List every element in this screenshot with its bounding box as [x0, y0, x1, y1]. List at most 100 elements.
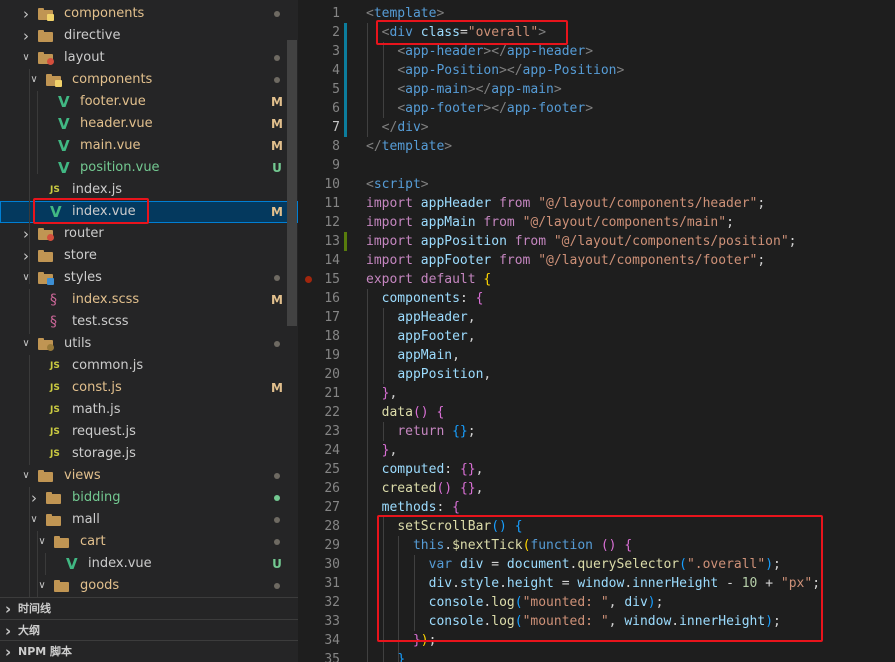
code-text: created() {},: [381, 481, 484, 496]
tree-folder-mall[interactable]: ∨ mall: [0, 509, 298, 531]
tree-folder-goods[interactable]: ∨ goods: [0, 575, 298, 597]
code-line[interactable]: 35 }: [298, 650, 895, 662]
chevron-right-icon[interactable]: ›: [5, 620, 11, 642]
tree-file-math-js[interactable]: JS math.js: [0, 399, 298, 421]
line-number: 11: [324, 196, 340, 211]
git-modified-gutter[interactable]: [344, 42, 347, 61]
tree-file-storage-js[interactable]: JS storage.js: [0, 443, 298, 465]
tree-file-const-js[interactable]: JS const.js M: [0, 377, 298, 399]
section-label: 时间线: [18, 602, 51, 615]
tree-folder-cart[interactable]: ∨ cart: [0, 531, 298, 553]
git-status-badge: M: [271, 205, 283, 219]
chevron-down-icon[interactable]: ∨: [20, 333, 32, 355]
section-label: 大纲: [18, 624, 40, 637]
chevron-right-icon[interactable]: ›: [20, 223, 32, 245]
code-line[interactable]: 14 import appFooter from "@/layout/compon…: [298, 251, 895, 270]
tree-folder-components[interactable]: › components: [0, 3, 298, 25]
explorer-scrollbar[interactable]: [287, 40, 297, 326]
line-number: 10: [324, 177, 340, 192]
chevron-down-icon[interactable]: ∨: [20, 47, 32, 69]
chevron-right-icon[interactable]: ›: [20, 3, 32, 25]
panel-section-npm-scripts[interactable]: › NPM 脚本: [0, 640, 298, 662]
chevron-right-icon[interactable]: ›: [20, 245, 32, 267]
tree-file-request-js[interactable]: JS request.js: [0, 421, 298, 443]
git-modified-gutter[interactable]: [344, 80, 347, 99]
code-line[interactable]: 15 export default {: [298, 270, 895, 289]
git-modified-gutter[interactable]: [344, 61, 347, 80]
tree-item-label: main.vue: [80, 138, 141, 153]
line-number: 6: [332, 101, 340, 116]
breakpoint-icon[interactable]: [305, 276, 312, 283]
code-line[interactable]: 8 </template>: [298, 137, 895, 156]
code-line[interactable]: 4 <app-Position></app-Position>: [298, 61, 895, 80]
code-line[interactable]: 10 <script>: [298, 175, 895, 194]
chevron-right-icon[interactable]: ›: [5, 598, 11, 620]
tree-item-label: directive: [64, 28, 121, 43]
code-line[interactable]: 17 appHeader,: [298, 308, 895, 327]
indent-guide: [45, 553, 46, 575]
sass-file-icon: §: [50, 314, 57, 330]
folder-icon: [46, 492, 61, 504]
code-line[interactable]: 19 appMain,: [298, 346, 895, 365]
tree-folder-layout[interactable]: ∨ layout: [0, 47, 298, 69]
code-line[interactable]: 24 },: [298, 441, 895, 460]
tree-folder-directive[interactable]: › directive: [0, 25, 298, 47]
code-line[interactable]: 20 appPosition,: [298, 365, 895, 384]
code-text: },: [381, 386, 398, 401]
git-status-dot: [274, 55, 280, 61]
highlight-box-set-scroll-bar: [377, 515, 823, 642]
tree-folder-bidding[interactable]: › bidding: [0, 487, 298, 509]
code-line[interactable]: 25 computed: {},: [298, 460, 895, 479]
tree-file-main-vue[interactable]: Vmain.vue M: [0, 135, 298, 157]
tree-item-label: styles: [64, 270, 102, 285]
chevron-right-icon[interactable]: ›: [5, 641, 11, 662]
tree-file-test-scss[interactable]: § test.scss: [0, 311, 298, 333]
code-editor[interactable]: 1 <template> 2 <div class="overall"> 3 <app…: [298, 0, 895, 662]
tree-folder-store[interactable]: › store: [0, 245, 298, 267]
code-line[interactable]: 13 import appPosition from "@/layout/comp…: [298, 232, 895, 251]
code-text: appHeader,: [397, 310, 476, 325]
git-modified-gutter[interactable]: [344, 118, 347, 137]
tree-folder-views[interactable]: ∨ views: [0, 465, 298, 487]
code-line[interactable]: 7 </div>: [298, 118, 895, 137]
tree-file-footer-vue[interactable]: Vfooter.vue M: [0, 91, 298, 113]
code-text: <script>: [366, 177, 429, 192]
chevron-down-icon[interactable]: ∨: [20, 267, 32, 289]
tree-item-label: store: [64, 248, 97, 263]
panel-section-outline[interactable]: › 大纲: [0, 619, 298, 641]
chevron-down-icon[interactable]: ∨: [20, 465, 32, 487]
code-line[interactable]: 11 import appHeader from "@/layout/compon…: [298, 194, 895, 213]
tree-folder-utils[interactable]: ∨ utils: [0, 333, 298, 355]
javascript-file-icon: JS: [50, 449, 60, 459]
tree-item-label: components: [72, 72, 153, 87]
indent-guide: [29, 289, 30, 334]
git-modified-gutter[interactable]: [344, 23, 347, 42]
tree-folder-components[interactable]: ∨ components: [0, 69, 298, 91]
tree-folder-router[interactable]: › router: [0, 223, 298, 245]
code-line[interactable]: 18 appFooter,: [298, 327, 895, 346]
code-line[interactable]: 6 <app-footer></app-footer>: [298, 99, 895, 118]
panel-section-timeline[interactable]: › 时间线: [0, 597, 298, 619]
code-line[interactable]: 9: [298, 156, 895, 175]
code-line[interactable]: 5 <app-main></app-main>: [298, 80, 895, 99]
line-number: 25: [324, 462, 340, 477]
tree-item-label: storage.js: [72, 446, 136, 461]
code-line[interactable]: 23 return {};: [298, 422, 895, 441]
tree-folder-styles[interactable]: ∨ styles: [0, 267, 298, 289]
code-line[interactable]: 21 },: [298, 384, 895, 403]
code-line[interactable]: 26 created() {},: [298, 479, 895, 498]
tree-file-position-vue[interactable]: Vposition.vue U: [0, 157, 298, 179]
tree-item-label: footer.vue: [80, 94, 146, 109]
git-status-badge: M: [271, 381, 283, 395]
code-line[interactable]: 16 components: {: [298, 289, 895, 308]
git-modified-gutter[interactable]: [344, 99, 347, 118]
code-line[interactable]: 22 data() {: [298, 403, 895, 422]
tree-item-label: index.scss: [72, 292, 140, 307]
tree-file-common-js[interactable]: JS common.js: [0, 355, 298, 377]
tree-item-label: views: [64, 468, 101, 483]
tree-file-index-scss[interactable]: § index.scss M: [0, 289, 298, 311]
git-added-gutter[interactable]: [344, 232, 347, 251]
chevron-right-icon[interactable]: ›: [20, 25, 32, 47]
code-line[interactable]: 12 import appMain from "@/layout/componen…: [298, 213, 895, 232]
tree-file-header-vue[interactable]: Vheader.vue M: [0, 113, 298, 135]
